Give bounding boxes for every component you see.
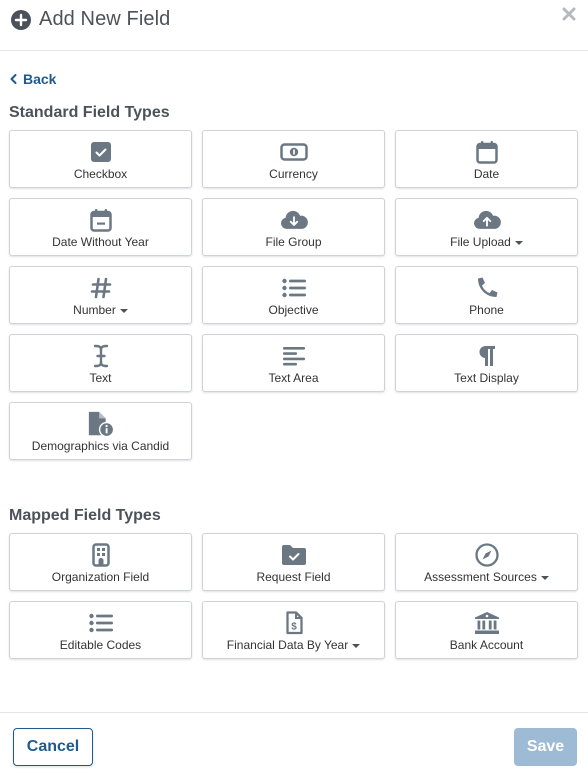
field-type-label-text: Text Area <box>268 371 319 385</box>
field-type-label: Number <box>73 303 128 317</box>
calendar-icon <box>473 140 501 164</box>
field-type-phone[interactable]: Phone <box>395 266 578 324</box>
folder-check-icon <box>280 543 308 567</box>
field-type-label: File Upload <box>450 235 523 249</box>
close-icon[interactable] <box>562 7 576 21</box>
field-type-label: File Group <box>265 235 321 249</box>
field-type-label-text: Bank Account <box>449 638 524 652</box>
field-type-text-area[interactable]: Text Area <box>202 334 385 392</box>
paragraph-icon <box>473 344 501 368</box>
caret-down-icon <box>540 575 549 580</box>
field-type-text[interactable]: Text <box>9 334 192 392</box>
list-icon <box>280 276 308 300</box>
field-type-label-text: Number <box>73 303 116 317</box>
field-type-label-text: File Upload <box>450 235 511 249</box>
phone-icon <box>473 276 501 300</box>
file-info-icon <box>87 411 115 438</box>
field-type-currency[interactable]: Currency <box>202 130 385 188</box>
cloud-download-icon <box>280 208 308 232</box>
field-type-label-text: Text Display <box>454 371 519 385</box>
field-type-label-text: Request Field <box>256 570 331 584</box>
field-type-checkbox[interactable]: Checkbox <box>9 130 192 188</box>
cancel-button[interactable]: Cancel <box>13 728 93 766</box>
field-type-label: Request Field <box>256 570 330 584</box>
field-type-label-text: Text <box>89 371 112 385</box>
field-type-date-without-year[interactable]: Date Without Year <box>9 198 192 256</box>
chevron-left-icon <box>10 74 17 84</box>
list-icon <box>87 611 115 635</box>
cloud-upload-icon <box>473 208 501 232</box>
dialog-header: Add New Field <box>0 0 588 51</box>
field-type-financial-data-by-year[interactable]: $ Financial Data By Year <box>202 601 385 659</box>
field-type-label-text: Objective <box>268 303 319 317</box>
field-type-number[interactable]: Number <box>9 266 192 324</box>
field-type-label: Text Area <box>268 371 318 385</box>
field-type-label-text: Demographics via Candid <box>31 439 170 453</box>
mapped-field-grid: Organization Field Request Field Assessmen… <box>9 533 578 659</box>
money-bill-icon <box>279 140 308 164</box>
compass-icon <box>473 543 501 567</box>
dialog-footer: Cancel Save <box>0 712 588 777</box>
field-type-label: Checkbox <box>74 167 127 181</box>
text-cursor-icon <box>87 344 115 368</box>
caret-down-icon <box>119 308 128 313</box>
caret-down-icon <box>352 643 361 648</box>
field-type-text-display[interactable]: Text Display <box>395 334 578 392</box>
field-type-assessment-sources[interactable]: Assessment Sources <box>395 533 578 591</box>
field-type-date[interactable]: Date <box>395 130 578 188</box>
field-type-label: Date Without Year <box>52 235 149 249</box>
align-left-icon <box>280 344 308 368</box>
field-type-label: Financial Data By Year <box>226 638 361 652</box>
calendar-minus-icon <box>87 208 115 232</box>
dialog-title: Add New Field <box>39 8 171 30</box>
field-type-demographics-via-candid[interactable]: Demographics via Candid <box>9 402 192 460</box>
field-type-label-text: Financial Data By Year <box>226 638 349 652</box>
svg-text:$: $ <box>291 622 297 633</box>
field-type-label-text: Date Without Year <box>52 235 149 249</box>
caret-down-icon <box>514 240 523 245</box>
field-type-label: Demographics via Candid <box>32 439 169 453</box>
field-type-request-field[interactable]: Request Field <box>202 533 385 591</box>
field-type-bank-account[interactable]: Bank Account <box>395 601 578 659</box>
field-type-label: Assessment Sources <box>424 570 549 584</box>
hashtag-icon <box>87 276 115 300</box>
standard-field-grid: Checkbox Currency Date Date Without Year Fil… <box>9 130 578 460</box>
plus-circle-icon <box>11 10 31 30</box>
field-type-file-group[interactable]: File Group <box>202 198 385 256</box>
field-type-label-text: File Group <box>265 235 322 249</box>
checkbox-icon <box>87 140 115 164</box>
building-icon <box>87 543 115 567</box>
standard-section-title: Standard Field Types <box>9 104 170 121</box>
file-invoice-dollar-icon: $ <box>280 611 308 635</box>
field-type-label: Text Display <box>454 371 519 385</box>
field-type-label-text: Date <box>473 167 500 181</box>
field-type-label-text: Checkbox <box>73 167 128 181</box>
field-type-label-text: Editable Codes <box>59 638 142 652</box>
field-type-label-text: Assessment Sources <box>424 570 537 584</box>
field-type-label: Editable Codes <box>60 638 141 652</box>
field-type-objective[interactable]: Objective <box>202 266 385 324</box>
field-type-file-upload[interactable]: File Upload <box>395 198 578 256</box>
save-button[interactable]: Save <box>514 728 577 766</box>
field-type-label-text: Phone <box>469 303 504 317</box>
back-link[interactable]: Back <box>10 71 56 87</box>
bank-icon <box>473 611 501 635</box>
back-label: Back <box>23 71 57 87</box>
field-type-label: Bank Account <box>450 638 523 652</box>
field-type-label-text: Organization Field <box>51 570 150 584</box>
field-type-editable-codes[interactable]: Editable Codes <box>9 601 192 659</box>
field-type-label-text: Currency <box>269 167 318 181</box>
field-type-label: Organization Field <box>52 570 149 584</box>
field-type-label: Date <box>474 167 499 181</box>
field-type-label: Currency <box>269 167 318 181</box>
field-type-organization-field[interactable]: Organization Field <box>9 533 192 591</box>
field-type-label: Text <box>89 371 111 385</box>
field-type-label: Phone <box>469 303 504 317</box>
field-type-label: Objective <box>268 303 318 317</box>
mapped-section-title: Mapped Field Types <box>9 507 161 524</box>
